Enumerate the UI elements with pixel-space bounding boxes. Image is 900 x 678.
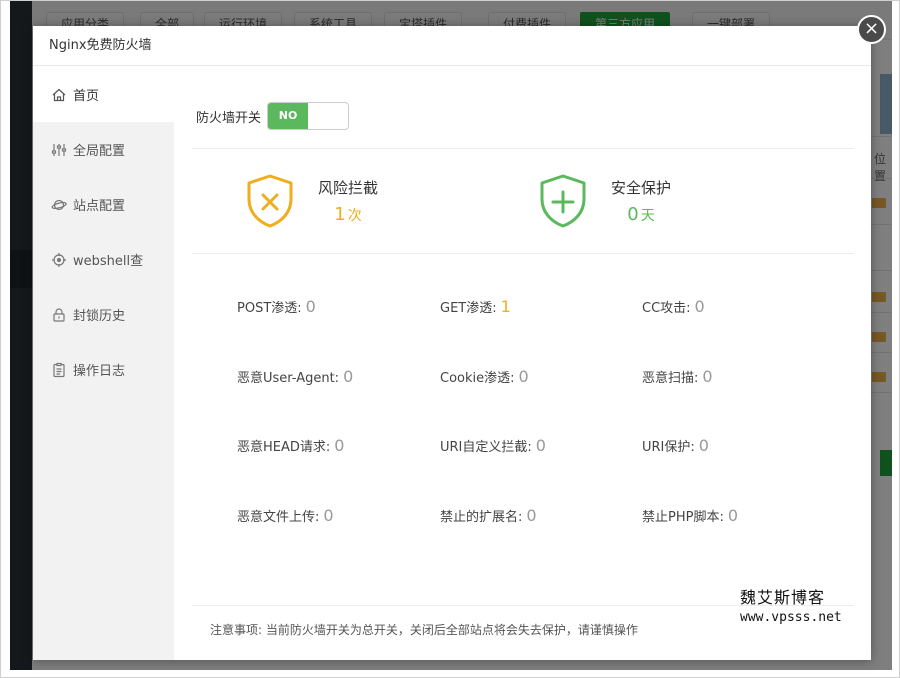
attack-stat-value: 0 [323,506,334,525]
sidebar-item-webshell[interactable]: webshell查 [33,232,174,287]
safe-protect-value: 0天 [611,204,671,225]
close-button[interactable]: × [857,15,886,44]
clipboard-icon [51,362,67,378]
shield-plus-icon [537,173,589,229]
firewall-dialog: Nginx免费防火墙 首页 全局配置 站点配置 webshell查 封锁历史 操… [33,26,871,660]
sidebar-item-block-history[interactable]: 封锁历史 [33,287,174,342]
attack-stat-value: 0 [694,297,705,316]
risk-block-value: 1次 [318,204,378,225]
risk-block-unit: 次 [347,208,362,224]
risk-block-stat: 风险拦截 1次 [244,173,378,229]
attack-stat-upload: 恶意文件上传: 0 [237,506,334,525]
firewall-switch-state: NO [268,103,309,129]
attack-stat-cookie: Cookie渗透: 0 [440,367,529,386]
firewall-switch[interactable]: NO [267,102,350,130]
safe-protect-stat: 安全保护 0天 [537,173,671,229]
attack-stat-label: POST渗透: [237,301,302,316]
watermark: 魏艾斯博客 www.vpsss.net [740,584,842,625]
attack-stat-head: 恶意HEAD请求: 0 [237,436,344,455]
attack-stat-label: CC攻击: [642,301,691,316]
safe-protect-title: 安全保护 [611,179,672,197]
attack-stat-label: 恶意文件上传: [237,510,320,525]
sidebar-item-label: 站点配置 [73,199,126,214]
attack-stat-label: 禁止的扩展名: [440,510,523,525]
notice-text: 注意事项: 当前防火墙开关为总开关，关闭后全部站点将会失去保护，请谨慎操作 [210,623,638,637]
sidebar-item-label: 封锁历史 [73,309,126,324]
attack-stat-value: 0 [343,367,354,386]
attack-stat-label: 恶意HEAD请求: [237,440,331,455]
attack-stat-uri-protect: URI保护: 0 [642,436,709,455]
sidebar-item-label: 全局配置 [73,144,126,159]
sliders-icon [51,142,67,158]
sidebar-item-label: 首页 [73,89,100,104]
attack-stat-php: 禁止PHP脚本: 0 [642,506,738,525]
attack-stat-value: 0 [518,367,529,386]
firewall-switch-label: 防火墙开关 [196,110,262,126]
attack-stat-label: 恶意User-Agent: [237,371,340,386]
home-icon [51,87,67,103]
attack-stat-extension: 禁止的扩展名: 0 [440,506,537,525]
watermark-url: www.vpsss.net [740,610,842,625]
attack-stat-value: 1 [500,297,511,316]
attack-stat-label: Cookie渗透: [440,371,515,386]
divider [192,148,854,149]
planet-icon [51,197,67,213]
attack-stat-value: 0 [334,436,345,455]
dialog-title: Nginx免费防火墙 [33,26,871,66]
attack-stat-value: 0 [698,436,709,455]
attack-stat-scan: 恶意扫描: 0 [642,367,713,386]
attack-stat-label: URI保护: [642,440,695,455]
watermark-title: 魏艾斯博客 [740,588,826,607]
dialog-main: 防火墙开关 NO 风险拦截 1次 安全保护 0 天 POST渗透: 0 GET渗… [174,67,871,660]
attack-stat-value: 0 [305,297,316,316]
lock-icon [51,307,67,323]
dialog-sidebar: 首页 全局配置 站点配置 webshell查 封锁历史 操作日志 [33,67,174,660]
sidebar-item-label: 操作日志 [73,364,126,379]
sidebar-item-operation-log[interactable]: 操作日志 [33,342,174,397]
risk-block-title: 风险拦截 [318,179,379,197]
risk-block-count: 1 [334,204,346,225]
attack-stat-value: 0 [526,506,537,525]
attack-stat-value: 0 [702,367,713,386]
sidebar-item-site-config[interactable]: 站点配置 [33,177,174,232]
attack-stat-label: 恶意扫描: [642,371,699,386]
sidebar-item-global-config[interactable]: 全局配置 [33,122,174,177]
safe-protect-count: 0 [627,204,639,225]
attack-stat-cc: CC攻击: 0 [642,297,705,316]
attack-stat-label: 禁止PHP脚本: [642,510,724,525]
attack-stat-get: GET渗透: 1 [440,297,511,316]
attack-stat-user-agent: 恶意User-Agent: 0 [237,367,353,386]
attack-stat-label: URI自定义拦截: [440,440,532,455]
attack-stat-uri-custom: URI自定义拦截: 0 [440,436,546,455]
sidebar-item-home[interactable]: 首页 [33,67,174,122]
attack-stat-value: 0 [727,506,739,525]
attack-stat-label: GET渗透: [440,301,497,316]
firewall-switch-row: 防火墙开关 NO [196,101,350,131]
attack-stat-post: POST渗透: 0 [237,297,316,316]
target-icon [51,252,67,268]
shield-x-icon [244,173,296,229]
sidebar-item-label: webshell查 [73,254,144,269]
divider [192,253,854,254]
safe-protect-unit: 天 [640,208,655,224]
attack-stat-value: 0 [535,436,546,455]
